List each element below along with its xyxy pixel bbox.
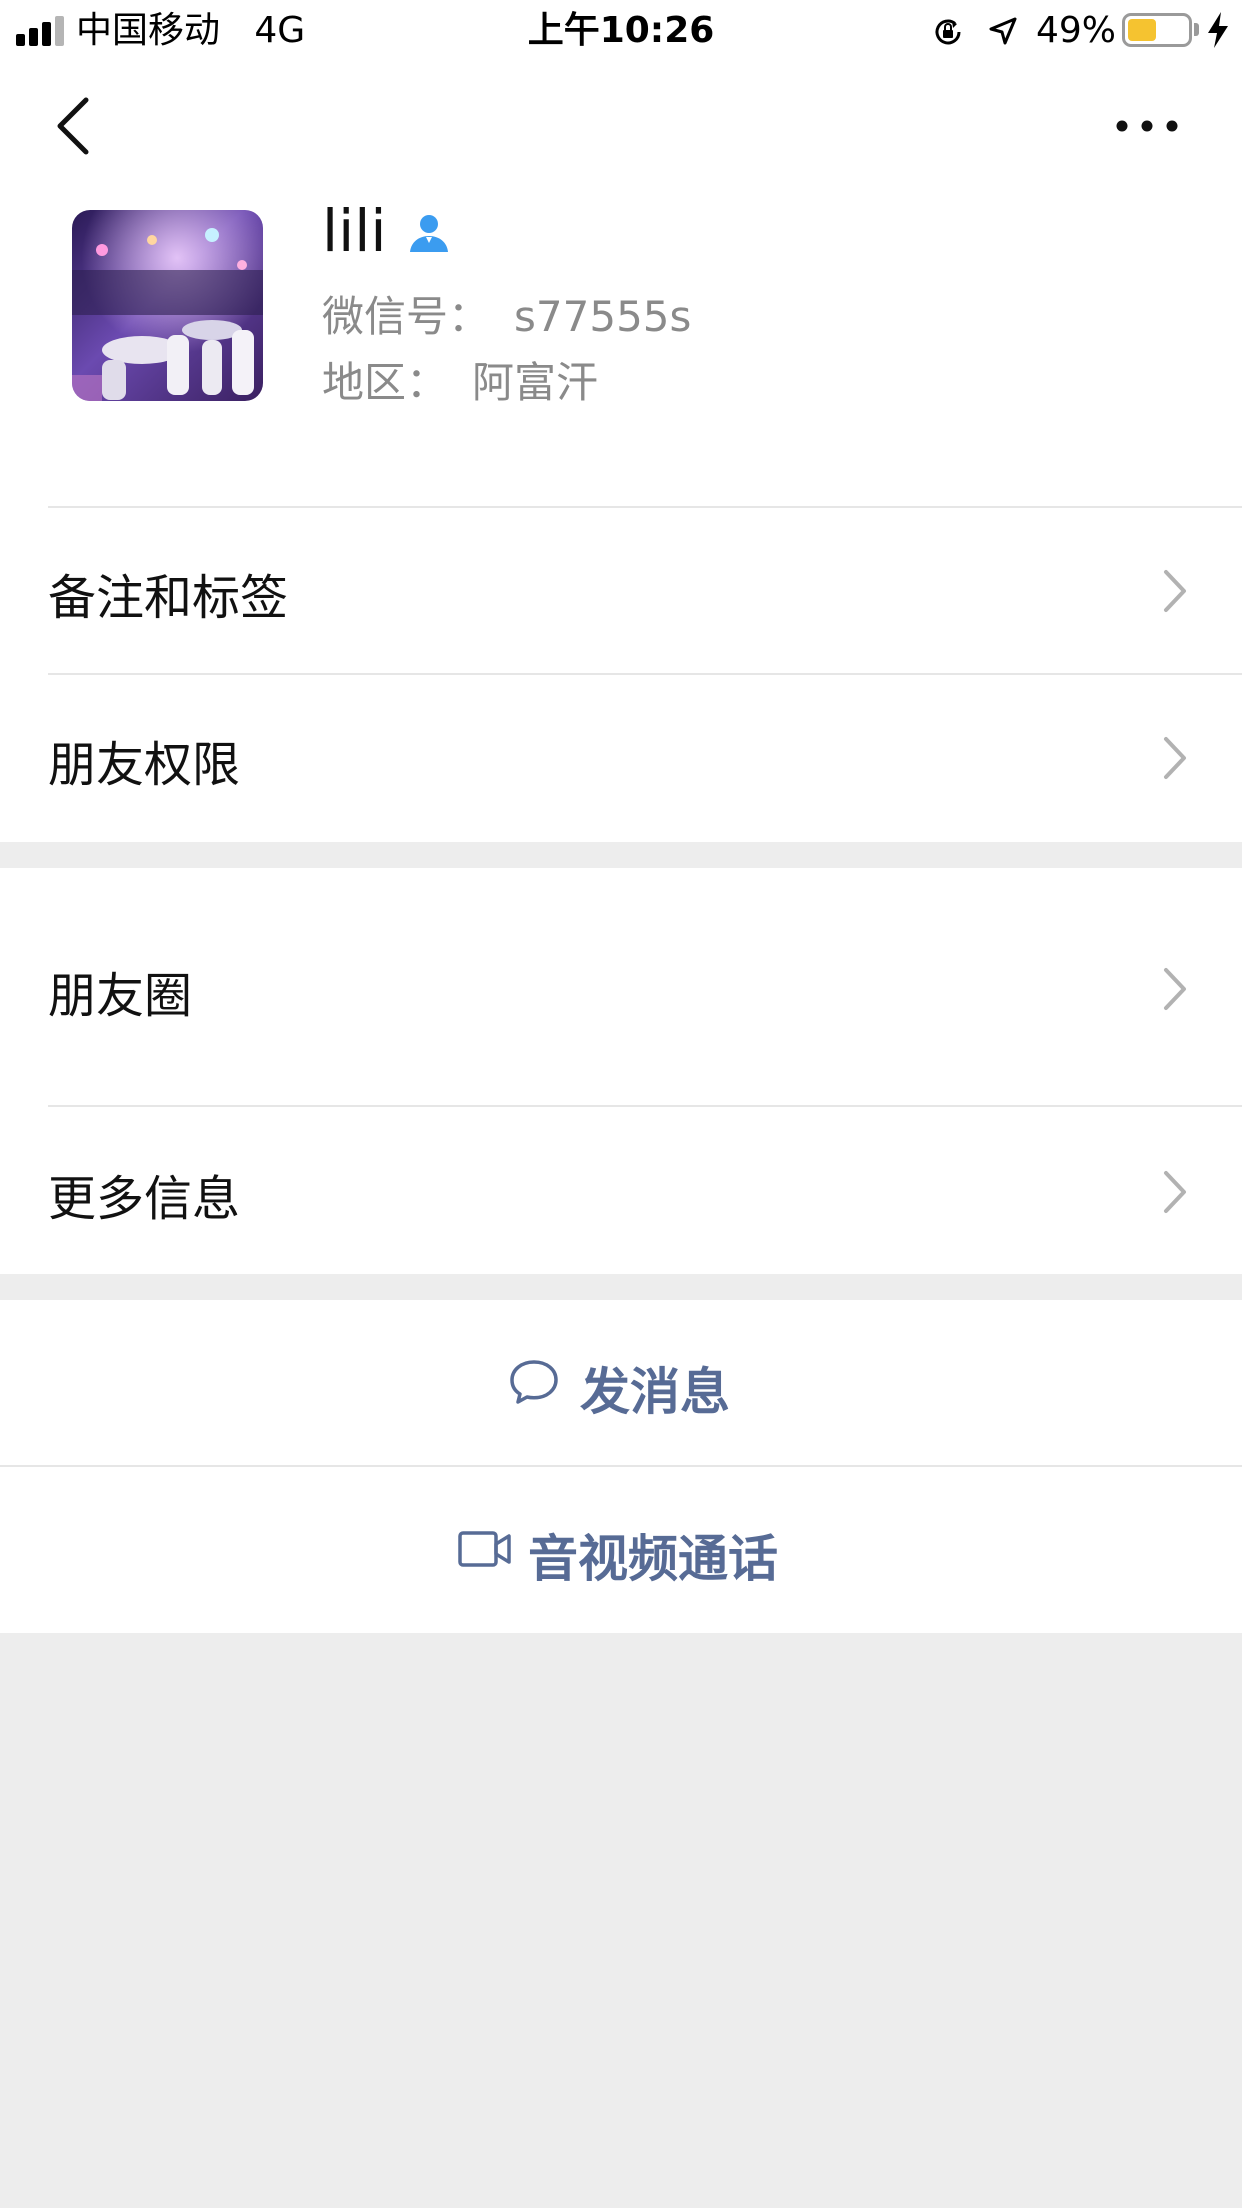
video-call-label: 音视频通话 bbox=[528, 1530, 778, 1588]
friend-permissions-row[interactable]: 朋友权限 bbox=[0, 675, 1242, 841]
battery-icon bbox=[1122, 13, 1192, 47]
wechat-id-label: 微信号： bbox=[322, 292, 491, 341]
more-dots-icon[interactable] bbox=[1112, 106, 1182, 146]
person-icon bbox=[410, 215, 448, 252]
battery-percent: 49% bbox=[1036, 10, 1117, 51]
row-label: 朋友圈 bbox=[48, 968, 193, 1024]
region-label: 地区： bbox=[322, 358, 449, 407]
region-value: 阿富汗 bbox=[472, 358, 599, 407]
chevron-right-icon bbox=[1164, 1171, 1186, 1213]
wechat-id: s77555s bbox=[514, 292, 692, 341]
location-icon bbox=[989, 17, 1017, 45]
video-call-button[interactable]: 音视频通话 bbox=[0, 1467, 1242, 1632]
orientation-lock-icon bbox=[935, 19, 961, 45]
charging-icon bbox=[1208, 12, 1228, 48]
video-camera-icon bbox=[458, 1531, 511, 1567]
back-chevron-icon[interactable] bbox=[54, 96, 94, 156]
chevron-right-icon bbox=[1164, 737, 1186, 779]
region-line: 地区： 阿富汗 bbox=[322, 355, 598, 411]
chat-bubble-icon bbox=[510, 1360, 558, 1404]
chevron-right-icon bbox=[1164, 570, 1186, 612]
avatar[interactable] bbox=[72, 210, 263, 401]
send-message-button[interactable]: 发消息 bbox=[0, 1300, 1242, 1465]
notes-and-tags-row[interactable]: 备注和标签 bbox=[0, 508, 1242, 674]
row-label: 备注和标签 bbox=[48, 570, 289, 626]
profile-name: lili bbox=[322, 197, 387, 265]
section-gap bbox=[0, 842, 1242, 868]
moments-row[interactable]: 朋友圈 bbox=[0, 868, 1242, 1105]
status-bar: 中国移动 4G 上午10:26 49% bbox=[0, 0, 1242, 62]
row-label: 更多信息 bbox=[48, 1171, 241, 1227]
wechat-id-line: 微信号： s77555s bbox=[322, 289, 691, 345]
battery-tip bbox=[1194, 23, 1199, 36]
chevron-right-icon bbox=[1164, 968, 1186, 1010]
send-message-label: 发消息 bbox=[580, 1363, 730, 1421]
row-label: 朋友权限 bbox=[48, 737, 241, 793]
section-gap bbox=[0, 1274, 1242, 1300]
more-info-row[interactable]: 更多信息 bbox=[0, 1107, 1242, 1274]
